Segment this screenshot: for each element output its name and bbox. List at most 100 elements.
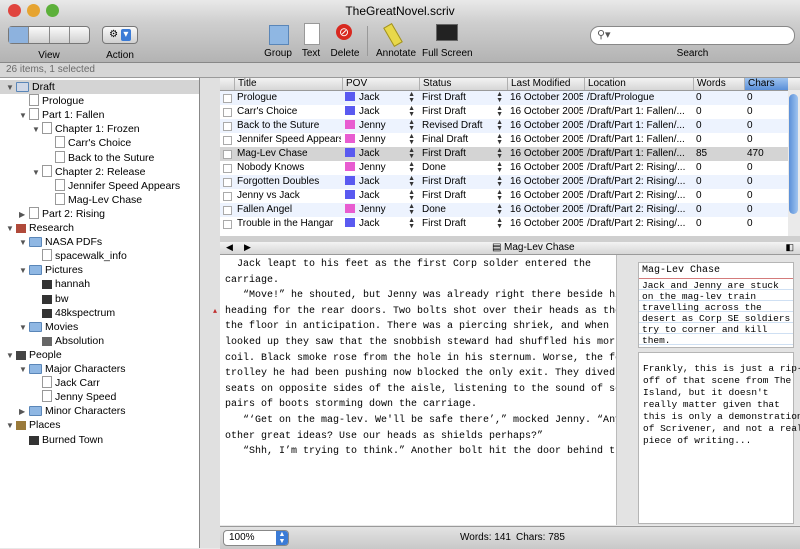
disclosure-open-icon[interactable]: ▼ <box>32 166 42 180</box>
outliner-scroll-thumb[interactable] <box>789 94 798 214</box>
cell-status[interactable]: First Draft ▲ ▼ <box>419 105 506 119</box>
cell-status[interactable]: Done ▲ ▼ <box>419 203 506 217</box>
view-segmented-control[interactable] <box>8 26 90 44</box>
binder-item[interactable]: ▼ Part 1: Fallen <box>0 108 199 122</box>
binder-item[interactable]: Jennifer Speed Appears <box>0 178 199 193</box>
disclosure-open-icon[interactable]: ▼ <box>19 363 29 377</box>
disclosure-open-icon[interactable]: ▼ <box>6 222 16 236</box>
outliner-row[interactable]: Carr's Choice Jack ▲ ▼ First Draft ▲ ▼ 16 Octob… <box>220 105 788 119</box>
column-header[interactable]: Location <box>584 78 693 90</box>
binder-item[interactable]: ▼ Pictures <box>0 263 199 277</box>
cell-pov[interactable]: Jack ▲ ▼ <box>342 217 418 231</box>
disclosure-closed-icon[interactable]: ▶ <box>19 208 29 222</box>
binder-item[interactable]: ▼ Movies <box>0 320 199 334</box>
view-scrivenings-icon[interactable] <box>29 27 50 43</box>
disclosure-open-icon[interactable]: ▼ <box>6 81 16 95</box>
cell-pov[interactable]: Jack ▲ ▼ <box>342 147 418 161</box>
binder-item[interactable]: ▶ Part 2: Rising <box>0 206 199 222</box>
cell-pov[interactable]: Jack ▲ ▼ <box>342 189 418 203</box>
editor-text-area[interactable]: Jack leapt to his feet as the first Corp… <box>220 255 617 525</box>
binder-item[interactable]: hannah <box>0 277 199 291</box>
outliner-scrollbar[interactable] <box>788 90 800 236</box>
outliner-row[interactable]: Prologue Jack ▲ ▼ First Draft ▲ ▼ 16 October 20… <box>220 91 788 105</box>
column-header[interactable]: POV <box>342 78 419 90</box>
binder-item[interactable]: Prologue <box>0 94 199 108</box>
binder-item[interactable]: ▼ Places <box>0 418 199 432</box>
disclosure-open-icon[interactable]: ▼ <box>6 349 16 363</box>
binder-item[interactable]: bw <box>0 292 199 306</box>
outliner-row[interactable]: Trouble in the Hangar Jack ▲ ▼ First Draft ▲ ▼… <box>220 217 788 231</box>
outliner-row[interactable]: Fallen Angel Jenny ▲ ▼ Done ▲ ▼ 16 October 2005… <box>220 203 788 217</box>
synopsis-card[interactable]: Mag-Lev Chase Jack and Jenny are stuck on… <box>638 262 794 348</box>
cell-status[interactable]: First Draft ▲ ▼ <box>419 175 506 189</box>
back-arrow-icon[interactable]: ◀ <box>226 242 233 253</box>
view-corkboard-icon[interactable] <box>9 27 30 43</box>
binder-item[interactable]: Jenny Speed <box>0 390 199 404</box>
cell-pov[interactable]: Jenny ▲ ▼ <box>342 133 418 147</box>
disclosure-closed-icon[interactable]: ▶ <box>19 405 29 419</box>
disclosure-open-icon[interactable]: ▼ <box>19 109 29 123</box>
forward-arrow-icon[interactable]: ▶ <box>244 242 251 253</box>
cell-status[interactable]: First Draft ▲ ▼ <box>419 147 506 161</box>
zoom-select[interactable]: 100% ▲ ▼ <box>223 530 289 546</box>
column-header[interactable]: Title <box>234 78 342 90</box>
cell-pov[interactable]: Jenny ▲ ▼ <box>342 119 418 133</box>
binder-item[interactable]: ▶ Minor Characters <box>0 404 199 418</box>
cell-status[interactable]: Revised Draft ▲ ▼ <box>419 119 506 133</box>
view-control[interactable]: View <box>8 24 90 64</box>
outliner-row[interactable]: Mag-Lev Chase Jack ▲ ▼ First Draft ▲ ▼ 16 Octob… <box>220 147 788 161</box>
binder-item[interactable]: ▼ Draft <box>0 80 199 94</box>
group-button[interactable]: Group <box>262 22 294 62</box>
search-input[interactable] <box>617 28 791 43</box>
binder-item[interactable]: spacewalk_info <box>0 249 199 263</box>
cell-pov[interactable]: Jack ▲ ▼ <box>342 175 418 189</box>
binder-item[interactable]: Absolution <box>0 334 199 348</box>
outliner-row[interactable]: Nobody Knows Jenny ▲ ▼ Done ▲ ▼ 16 October 2005… <box>220 161 788 175</box>
disclosure-open-icon[interactable]: ▼ <box>32 123 42 137</box>
disclosure-open-icon[interactable]: ▼ <box>19 321 29 335</box>
full-screen-button[interactable]: Full Screen <box>422 22 473 62</box>
delete-button[interactable]: ⊘ Delete <box>328 22 362 62</box>
column-header[interactable]: Status <box>419 78 507 90</box>
search-field[interactable]: ⚲▾ <box>590 26 795 45</box>
cell-pov[interactable]: Jack ▲ ▼ <box>342 91 418 105</box>
view-editor-icon[interactable] <box>70 27 89 43</box>
cell-status[interactable]: Final Draft ▲ ▼ <box>419 133 506 147</box>
cell-status[interactable]: First Draft ▲ ▼ <box>419 217 506 231</box>
binder-item[interactable]: Back to the Suture <box>0 150 199 165</box>
binder-item[interactable]: ▼ People <box>0 348 199 362</box>
outliner-row[interactable]: Jenny vs Jack Jack ▲ ▼ First Draft ▲ ▼ 16 Octob… <box>220 189 788 203</box>
disclosure-open-icon[interactable]: ▼ <box>19 264 29 278</box>
disclosure-open-icon[interactable]: ▼ <box>6 419 16 433</box>
view-outliner-icon[interactable] <box>50 27 70 43</box>
annotate-button[interactable]: Annotate <box>374 22 418 62</box>
binder-item[interactable]: ▼ Chapter 2: Release <box>0 164 199 180</box>
cell-status[interactable]: First Draft ▲ ▼ <box>419 189 506 203</box>
cell-pov[interactable]: Jack ▲ ▼ <box>342 105 418 119</box>
action-menu-button[interactable]: ⚙ ▾ Action <box>102 24 138 64</box>
outliner-row[interactable]: Jennifer Speed Appears Jenny ▲ ▼ Final Draft… <box>220 133 788 147</box>
outliner-row[interactable]: Forgotten Doubles Jack ▲ ▼ First Draft ▲ ▼ 16 O… <box>220 175 788 189</box>
binder-item[interactable]: Jack Carr <box>0 376 199 390</box>
outliner-row[interactable]: Back to the Suture Jenny ▲ ▼ Revised Draft ▲ ▼… <box>220 119 788 133</box>
notes-panel[interactable]: Frankly, this is just a rip-off of that … <box>638 352 800 524</box>
split-editor-icon[interactable]: ◧ <box>785 242 794 253</box>
binder-item[interactable]: ▼ Chapter 1: Frozen <box>0 122 199 136</box>
binder-item[interactable]: ▼ Major Characters <box>0 362 199 376</box>
disclosure-open-icon[interactable]: ▼ <box>19 236 29 250</box>
column-header[interactable]: Chars <box>744 78 788 90</box>
binder-item[interactable]: 48kspectrum <box>0 306 199 320</box>
title-bar: TheGreatNovel.scriv <box>0 0 800 22</box>
column-header[interactable]: Last Modified <box>507 78 584 90</box>
binder-item[interactable]: ▼ NASA PDFs <box>0 235 199 249</box>
cell-status[interactable]: First Draft ▲ ▼ <box>419 91 506 105</box>
column-header[interactable]: Words <box>693 78 744 90</box>
cell-pov[interactable]: Jenny ▲ ▼ <box>342 203 418 217</box>
binder-item[interactable]: Burned Town <box>0 433 199 447</box>
binder-item[interactable]: Mag-Lev Chase <box>0 192 199 207</box>
cell-status[interactable]: Done ▲ ▼ <box>419 161 506 175</box>
binder-item[interactable]: ▼ Research <box>0 221 199 235</box>
new-text-button[interactable]: Text <box>297 22 325 62</box>
cell-pov[interactable]: Jenny ▲ ▼ <box>342 161 418 175</box>
binder-item[interactable]: Carr's Choice <box>0 136 199 150</box>
